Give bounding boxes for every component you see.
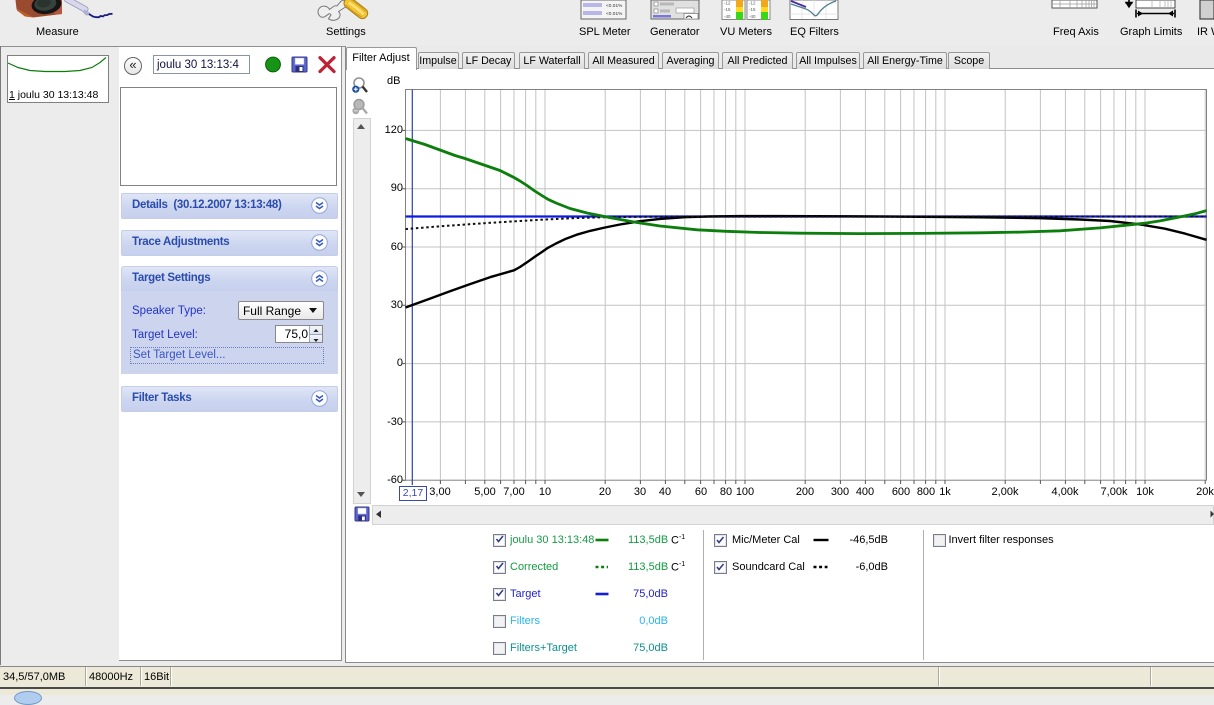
svg-text:<0.01%: <0.01%	[606, 11, 623, 17]
svg-text:-40: -40	[724, 14, 731, 19]
svg-text:<0.01%: <0.01%	[606, 3, 623, 9]
svg-text:-12: -12	[749, 1, 756, 6]
svg-text:-40: -40	[749, 14, 756, 19]
svg-text:-12: -12	[724, 1, 731, 6]
svg-text:-15: -15	[749, 7, 756, 12]
svg-text:-15: -15	[724, 7, 731, 12]
